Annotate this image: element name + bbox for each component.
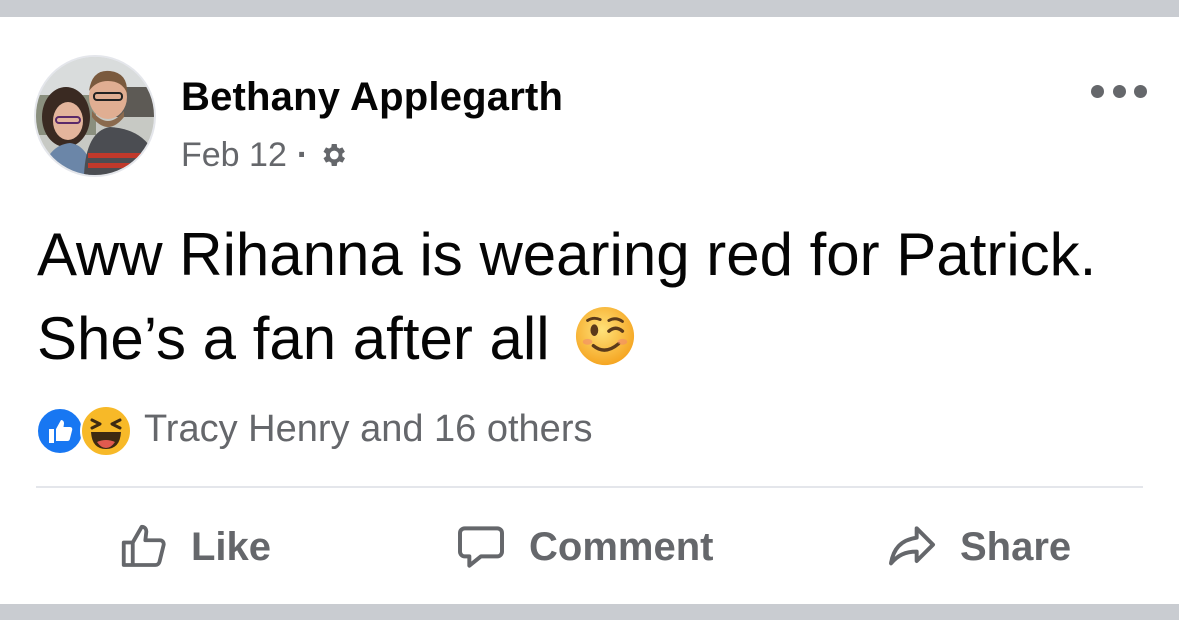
share-label: Share bbox=[960, 524, 1072, 569]
post-text: Aww Rihanna is wearing red for Patrick. … bbox=[37, 221, 1097, 372]
reaction-icons bbox=[36, 401, 138, 457]
like-reaction-icon bbox=[36, 407, 84, 455]
share-button[interactable]: Share bbox=[884, 512, 1071, 582]
post-meta: Feb 12 · bbox=[181, 135, 348, 175]
more-options-icon[interactable] bbox=[1091, 79, 1147, 103]
author-name[interactable]: Bethany Applegarth bbox=[181, 75, 563, 120]
more-dot bbox=[1112, 84, 1126, 98]
winking-face-emoji-icon bbox=[574, 305, 636, 367]
thumbs-up-icon bbox=[121, 524, 166, 567]
reactions-text[interactable]: Tracy Henry and 16 others bbox=[144, 408, 592, 451]
comment-bubble-icon bbox=[458, 526, 504, 568]
share-arrow-icon bbox=[889, 526, 935, 566]
like-button[interactable]: Like bbox=[117, 512, 271, 582]
comment-label: Comment bbox=[529, 524, 714, 569]
post-actions: Like Comment Share bbox=[0, 512, 1179, 582]
gear-icon[interactable] bbox=[318, 140, 348, 170]
avatar-photo bbox=[36, 57, 154, 175]
post-card: Bethany Applegarth Feb 12 · Aww Rihanna … bbox=[0, 17, 1179, 604]
like-label: Like bbox=[191, 524, 272, 569]
post-date[interactable]: Feb 12 bbox=[181, 136, 287, 175]
haha-reaction-icon bbox=[80, 405, 132, 457]
more-dot bbox=[1091, 84, 1104, 98]
meta-separator: · bbox=[296, 135, 309, 174]
comment-button[interactable]: Comment bbox=[453, 512, 713, 582]
author-avatar[interactable] bbox=[36, 57, 154, 175]
divider bbox=[36, 486, 1143, 488]
reactions-summary[interactable]: Tracy Henry and 16 others bbox=[36, 401, 592, 457]
post-body: Aww Rihanna is wearing red for Patrick. … bbox=[37, 213, 1137, 381]
more-dot bbox=[1134, 84, 1147, 98]
